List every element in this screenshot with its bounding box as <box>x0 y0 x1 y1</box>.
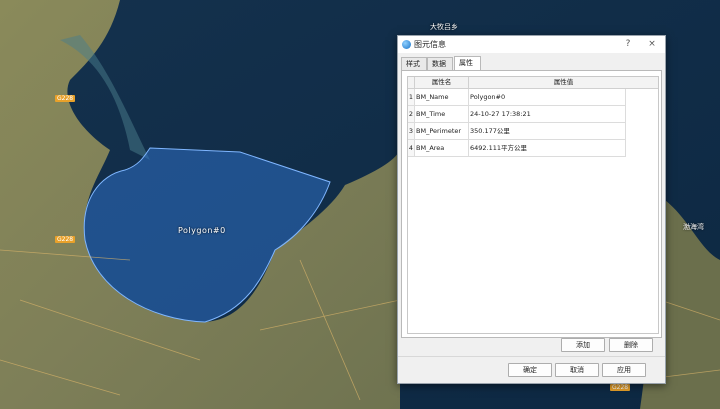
apply-button[interactable]: 应用 <box>602 363 646 377</box>
add-button[interactable]: 添加 <box>561 338 605 352</box>
row-index: 1 <box>408 89 415 105</box>
table-row[interactable]: 2 BM_Time 24-10-27 17:38:21 <box>408 106 626 123</box>
delete-button[interactable]: 删除 <box>609 338 653 352</box>
attribute-name-cell[interactable]: BM_Perimeter <box>415 123 469 139</box>
attributes-panel: 属性名 属性值 1 BM_Name Polygon#0 2 BM_Time 24… <box>401 70 662 338</box>
dialog-title: 图元信息 <box>414 40 446 49</box>
attribute-value-cell[interactable]: 6492.111平方公里 <box>469 140 626 156</box>
table-row[interactable]: 3 BM_Perimeter 350.177公里 <box>408 123 626 140</box>
tab-style[interactable]: 样式 <box>401 57 427 71</box>
polygon-label: Polygon#0 <box>178 226 226 235</box>
attribute-name-cell[interactable]: BM_Name <box>415 89 469 105</box>
row-index: 3 <box>408 123 415 139</box>
attribute-name-cell[interactable]: BM_Time <box>415 106 469 122</box>
ok-button[interactable]: 确定 <box>508 363 552 377</box>
header-corner[interactable] <box>408 77 415 88</box>
feature-info-dialog: 图元信息 ? × 样式 数据 属性 属性名 属性值 1 BM_Name Poly… <box>397 35 666 384</box>
row-index: 2 <box>408 106 415 122</box>
cancel-button[interactable]: 取消 <box>555 363 599 377</box>
divider <box>398 356 665 357</box>
table-row[interactable]: 1 BM_Name Polygon#0 <box>408 89 626 106</box>
attribute-name-cell[interactable]: BM_Area <box>415 140 469 156</box>
header-attribute-value[interactable]: 属性值 <box>469 77 658 88</box>
road-badge: G228 <box>610 384 631 391</box>
header-attribute-name[interactable]: 属性名 <box>415 77 469 88</box>
road-badge: G228 <box>55 236 76 243</box>
place-label: 渤海湾 <box>683 223 704 231</box>
close-icon[interactable]: × <box>644 37 660 52</box>
dialog-titlebar[interactable]: 图元信息 ? × <box>398 36 665 53</box>
help-icon[interactable]: ? <box>620 37 636 52</box>
app-icon <box>402 40 411 49</box>
attribute-value-cell[interactable]: 24-10-27 17:38:21 <box>469 106 626 122</box>
table-header: 属性名 属性值 <box>408 77 658 89</box>
road-badge: G228 <box>55 95 76 102</box>
tab-data[interactable]: 数据 <box>427 57 453 71</box>
attribute-value-cell[interactable]: 350.177公里 <box>469 123 626 139</box>
place-label: 大牧吕乡 <box>430 23 458 31</box>
attribute-table: 属性名 属性值 1 BM_Name Polygon#0 2 BM_Time 24… <box>407 76 659 334</box>
row-index: 4 <box>408 140 415 156</box>
table-row[interactable]: 4 BM_Area 6492.111平方公里 <box>408 140 626 157</box>
attribute-value-cell[interactable]: Polygon#0 <box>469 89 626 105</box>
